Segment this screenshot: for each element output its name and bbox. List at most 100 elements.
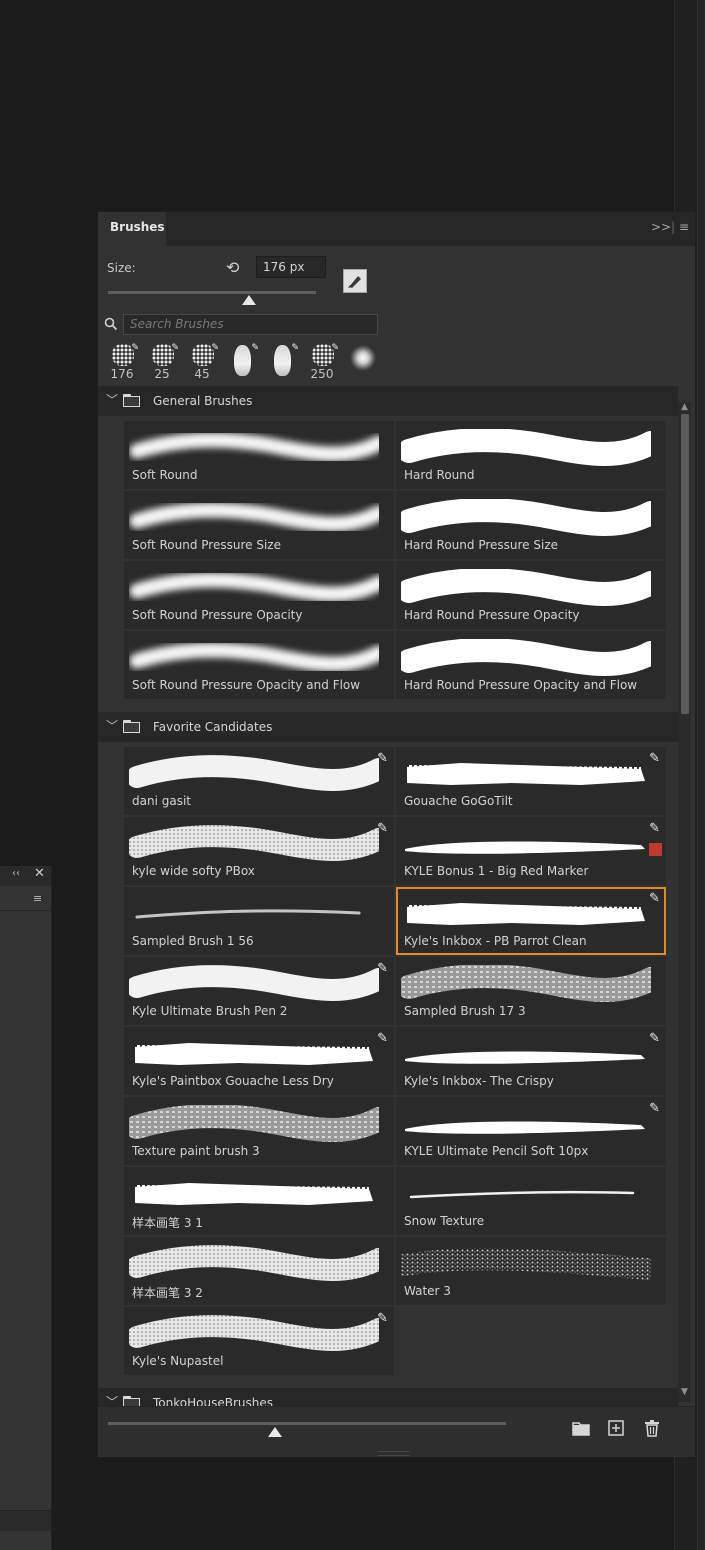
soft-round-brush-icon <box>350 345 376 371</box>
recent-brush-size: 45 <box>194 367 210 381</box>
brush-name: KYLE Bonus 1 - Big Red Marker <box>404 864 589 878</box>
brush-stroke-preview <box>409 1190 635 1199</box>
collapse-icon[interactable]: ‹‹ <box>12 868 20 879</box>
brush-preset-cell[interactable]: Soft Round Pressure Opacity <box>124 561 394 629</box>
brush-stroke-preview <box>129 825 379 861</box>
size-field[interactable]: 176 px <box>256 256 326 278</box>
pen-pressure-icon: ✎ <box>171 343 179 353</box>
brush-name: kyle wide softy PBox <box>132 864 255 878</box>
brush-preset-cell[interactable]: Hard Round Pressure Size <box>396 491 666 559</box>
brush-stroke-preview <box>129 432 379 462</box>
create-new-brush-icon[interactable] <box>608 1420 624 1440</box>
recent-brush-5[interactable]: ✎ 250 <box>303 341 341 383</box>
brush-preset-cell[interactable]: ✎ kyle wide softy PBox <box>124 817 394 885</box>
brush-name: Hard Round Pressure Opacity <box>404 608 580 622</box>
scroll-thumb[interactable] <box>681 414 689 714</box>
recent-brush-4[interactable]: ✎ <box>263 341 301 383</box>
search-brushes-input[interactable]: Search Brushes <box>123 314 378 335</box>
brush-name: Snow Texture <box>404 1214 485 1228</box>
brush-preset-cell[interactable]: ✎ Kyle's Inkbox- The Crispy <box>396 1027 666 1095</box>
brush-stroke-preview <box>129 1105 379 1142</box>
tab-brushes[interactable]: Brushes <box>98 212 166 246</box>
brush-stroke-preview <box>405 1121 645 1134</box>
brush-preset-cell[interactable]: Sampled Brush 17 3 <box>396 957 666 1025</box>
brush-list: ﹀ General Brushes Soft Round Hard Round Soft… <box>98 384 678 1406</box>
brush-preset-cell[interactable]: Soft Round Pressure Size <box>124 491 394 559</box>
recent-brush-1[interactable]: ✎ 25 <box>143 341 181 383</box>
brush-name: Texture paint brush 3 <box>132 1144 260 1158</box>
reset-size-icon[interactable]: ⟲ <box>226 258 239 277</box>
bristle-brush-icon <box>234 345 251 376</box>
chevron-down-icon[interactable]: ﹀ <box>106 391 118 408</box>
size-slider-track[interactable] <box>108 291 316 294</box>
brush-preset-cell[interactable]: Hard Round <box>396 421 666 489</box>
brush-preset-cell[interactable]: ✎ dani gasit <box>124 747 394 815</box>
search-icon <box>104 316 118 335</box>
brush-group-header[interactable]: ﹀ TonkoHouseBrushes <box>98 1388 678 1406</box>
brush-preset-cell[interactable]: Texture paint brush 3 <box>124 1097 394 1165</box>
side-panel-header: ‹‹ ✕ <box>0 866 51 886</box>
brush-preset-cell[interactable]: ✎ KYLE Bonus 1 - Big Red Marker <box>396 817 666 885</box>
brush-preset-cell[interactable]: Soft Round Pressure Opacity and Flow <box>124 631 394 699</box>
brush-name: Kyle's Inkbox - PB Parrot Clean <box>404 934 587 948</box>
brush-stroke-preview <box>405 1051 645 1064</box>
recent-brush-3[interactable]: ✎ <box>223 341 261 383</box>
side-panel-menu-icon[interactable]: ≡ <box>33 892 42 905</box>
size-slider-knob[interactable] <box>242 295 257 305</box>
brush-preset-cell[interactable]: 样本画笔 3 2 <box>124 1237 394 1305</box>
panel-menu-icon[interactable]: ≡ <box>679 220 689 234</box>
scroll-down-icon[interactable]: ▼ <box>678 1387 691 1397</box>
brush-preset-cell[interactable]: ✎ Gouache GoGoTilt <box>396 747 666 815</box>
brush-name: 样本画笔 3 1 <box>132 1216 203 1230</box>
pen-pressure-icon: ✎ <box>377 821 388 836</box>
delete-brush-trash-icon[interactable] <box>644 1420 660 1441</box>
brush-group-header[interactable]: ﹀ Favorite Candidates <box>98 712 678 742</box>
brush-stroke-preview <box>135 1043 373 1065</box>
brush-preset-cell[interactable]: ✎ Kyle Ultimate Brush Pen 2 <box>124 957 394 1025</box>
new-group-folder-icon[interactable] <box>572 1420 590 1440</box>
brush-preset-cell[interactable]: ✎ KYLE Ultimate Pencil Soft 10px <box>396 1097 666 1165</box>
panel-tab-bar: Brushes >> | ≡ <box>98 212 695 246</box>
recent-brush-2[interactable]: ✎ 45 <box>183 341 221 383</box>
pen-pressure-icon: ✎ <box>131 343 139 353</box>
preview-size-slider-track[interactable] <box>108 1422 506 1425</box>
brush-preset-cell[interactable]: Soft Round <box>124 421 394 489</box>
brush-preset-cell[interactable]: Hard Round Pressure Opacity <box>396 561 666 629</box>
pen-pressure-icon: ✎ <box>291 343 299 353</box>
expand-panel-icon[interactable]: >> <box>651 220 671 234</box>
brush-preset-cell[interactable]: ✎ Kyle's Inkbox - PB Parrot Clean <box>396 887 666 955</box>
brush-preset-cell[interactable]: Sampled Brush 1 56 <box>124 887 394 955</box>
brush-preset-cell[interactable]: Water 3 <box>396 1237 666 1305</box>
scroll-up-icon[interactable]: ▲ <box>678 402 691 412</box>
pen-pressure-icon: ✎ <box>649 751 660 766</box>
brush-list-scrollbar[interactable]: ▲ ▼ <box>678 402 691 1402</box>
chevron-down-icon[interactable]: ﹀ <box>106 717 118 734</box>
recent-brush-0[interactable]: ✎ 176 <box>103 341 141 383</box>
brush-settings-toggle-icon[interactable] <box>343 269 367 293</box>
close-icon[interactable]: ✕ <box>34 866 45 881</box>
recent-brush-size: 250 <box>310 367 334 381</box>
brush-stroke-preview <box>401 569 651 606</box>
recent-brush-6[interactable] <box>343 341 381 383</box>
brush-preset-cell[interactable]: Snow Texture <box>396 1167 666 1235</box>
brush-preset-cell[interactable]: ✎ Kyle's Nupastel <box>124 1307 394 1375</box>
pen-pressure-icon: ✎ <box>649 891 660 906</box>
collapsed-side-panel: ‹‹ ✕ ≡ <box>0 866 52 1550</box>
brush-group-header[interactable]: ﹀ General Brushes <box>98 386 678 416</box>
group-name: Favorite Candidates <box>153 720 273 734</box>
brush-preset-cell[interactable]: ✎ Kyle's Paintbox Gouache Less Dry <box>124 1027 394 1095</box>
brush-preset-cell[interactable]: Hard Round Pressure Opacity and Flow <box>396 631 666 699</box>
brush-stroke-preview <box>129 965 379 1001</box>
size-label: Size: <box>107 261 136 275</box>
brush-stroke-preview <box>129 642 379 672</box>
pen-pressure-icon: ✎ <box>377 961 388 976</box>
chevron-down-icon[interactable]: ﹀ <box>106 1393 118 1406</box>
folder-icon <box>123 394 141 407</box>
brush-preset-cell[interactable]: 样本画笔 3 1 <box>124 1167 394 1235</box>
panel-resize-grip[interactable] <box>378 1451 410 1456</box>
brush-name: Kyle's Paintbox Gouache Less Dry <box>132 1074 334 1088</box>
brush-name: 样本画笔 3 2 <box>132 1286 203 1300</box>
preview-size-slider-knob[interactable] <box>268 1427 283 1437</box>
pen-pressure-icon: ✎ <box>331 343 339 353</box>
brush-name: Kyle's Inkbox- The Crispy <box>404 1074 554 1088</box>
